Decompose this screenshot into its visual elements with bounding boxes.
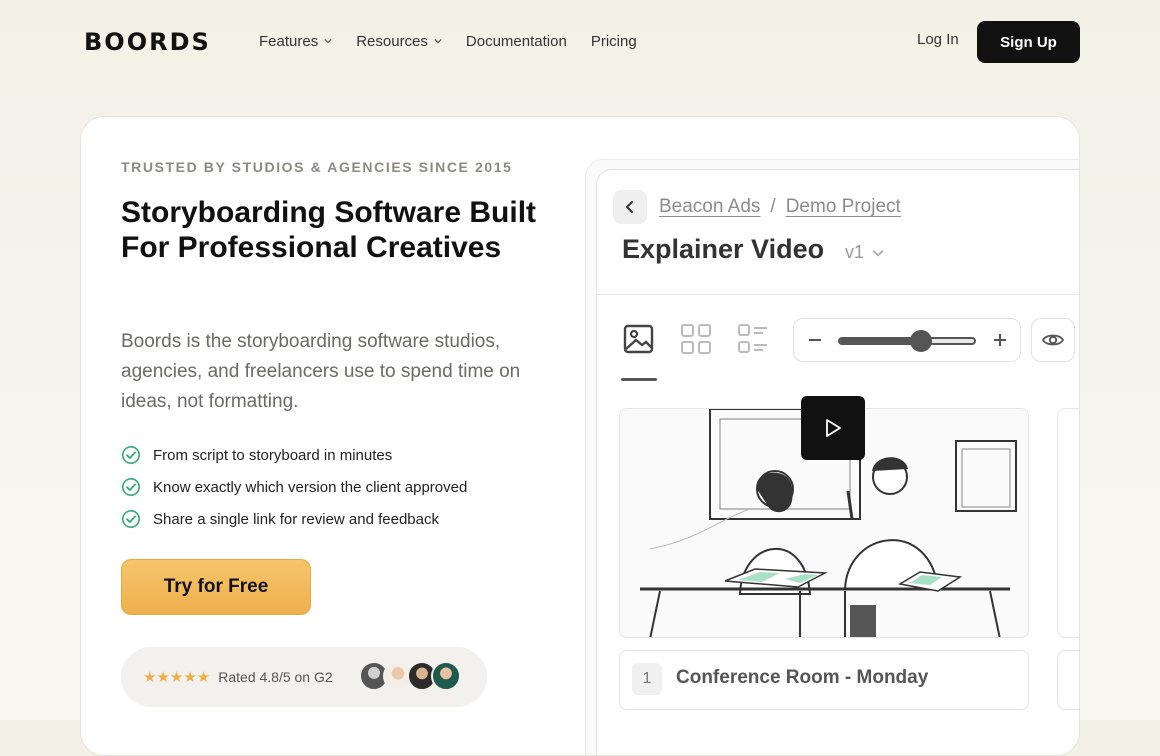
scene-row-next[interactable]	[1057, 650, 1079, 710]
version-select[interactable]: v1	[845, 242, 884, 263]
avatar-group	[359, 661, 461, 691]
grid-view-icon[interactable]	[679, 322, 713, 356]
back-button[interactable]	[613, 190, 647, 224]
benefit-item: From script to storyboard in minutes	[121, 439, 467, 471]
storyboard-frame-next[interactable]	[1057, 408, 1079, 638]
zoom-in-icon[interactable]	[989, 329, 1011, 351]
signup-button[interactable]: Sign Up	[977, 21, 1080, 63]
breadcrumb: Beacon Ads / Demo Project	[659, 196, 901, 218]
nav-documentation[interactable]: Documentation	[466, 30, 567, 52]
benefit-list: From script to storyboard in minutes Kno…	[121, 439, 467, 535]
header-divider	[597, 294, 1079, 295]
list-view-icon[interactable]	[736, 322, 770, 356]
top-nav: BOORDS Features Resources Documentation …	[0, 0, 1160, 84]
scene-row[interactable]: 1 Conference Room - Monday	[619, 650, 1029, 710]
zoom-out-icon[interactable]	[804, 329, 826, 351]
nav-resources[interactable]: Resources	[356, 30, 442, 52]
breadcrumb-item[interactable]: Demo Project	[786, 196, 901, 218]
chevron-down-icon	[434, 38, 442, 44]
zoom-control	[793, 318, 1021, 362]
boords-logo[interactable]: BOORDS	[84, 30, 211, 54]
star-rating-icon: ★★★★★	[143, 669, 211, 686]
hero-card: TRUSTED BY STUDIOS & AGENCIES SINCE 2015…	[80, 116, 1080, 756]
nav-pricing[interactable]: Pricing	[591, 30, 637, 52]
chevron-down-icon	[324, 38, 332, 44]
chevron-left-icon	[626, 201, 633, 213]
check-circle-icon	[122, 510, 140, 528]
zoom-slider-track[interactable]	[838, 337, 976, 345]
version-label: v1	[845, 242, 865, 262]
nav-resources-label: Resources	[356, 32, 428, 50]
g2-rating-badge: ★★★★★ Rated 4.8/5 on G2	[121, 647, 487, 707]
nav-pricing-label: Pricing	[590, 32, 637, 50]
check-circle-icon	[122, 446, 140, 464]
scene-title: Conference Room - Monday	[676, 667, 929, 688]
benefit-text: Share a single link for review and feedb…	[153, 510, 439, 528]
project-title: Explainer Video	[622, 234, 825, 264]
image-view-icon[interactable]	[622, 322, 656, 356]
hero-title: Storyboarding Software Built For Profess…	[121, 196, 537, 264]
breadcrumb-item[interactable]: Beacon Ads	[659, 196, 760, 218]
login-link[interactable]: Log In	[917, 31, 959, 48]
benefit-item: Know exactly which version the client ap…	[121, 471, 467, 503]
eye-icon	[1041, 334, 1065, 346]
play-button[interactable]	[801, 396, 865, 460]
active-tab-indicator	[621, 378, 657, 381]
breadcrumb-separator: /	[770, 196, 776, 217]
benefit-item: Share a single link for review and feedb…	[121, 503, 467, 535]
benefit-text: Know exactly which version the client ap…	[153, 478, 468, 496]
zoom-slider-fill	[840, 339, 921, 343]
chevron-down-icon	[872, 249, 884, 257]
nav-features[interactable]: Features	[259, 30, 332, 52]
zoom-slider-thumb[interactable]	[909, 330, 932, 352]
preview-toggle[interactable]	[1031, 318, 1075, 362]
try-free-button[interactable]: Try for Free	[121, 559, 311, 615]
scene-number: 1	[632, 663, 662, 695]
avatar	[431, 661, 461, 691]
hero-lede: Boords is the storyboarding software stu…	[121, 331, 521, 412]
check-circle-icon	[122, 478, 140, 496]
nav-documentation-label: Documentation	[465, 32, 567, 50]
nav-features-label: Features	[259, 32, 319, 50]
hero-eyebrow: TRUSTED BY STUDIOS & AGENCIES SINCE 2015	[121, 159, 513, 175]
nav-links: Features Resources Documentation Pricing	[259, 30, 637, 52]
app-mockup: Beacon Ads / Demo Project Explainer Vide…	[596, 169, 1079, 755]
play-icon	[826, 419, 841, 437]
benefit-text: From script to storyboard in minutes	[153, 446, 393, 464]
rating-text: Rated 4.8/5 on G2	[218, 669, 333, 685]
